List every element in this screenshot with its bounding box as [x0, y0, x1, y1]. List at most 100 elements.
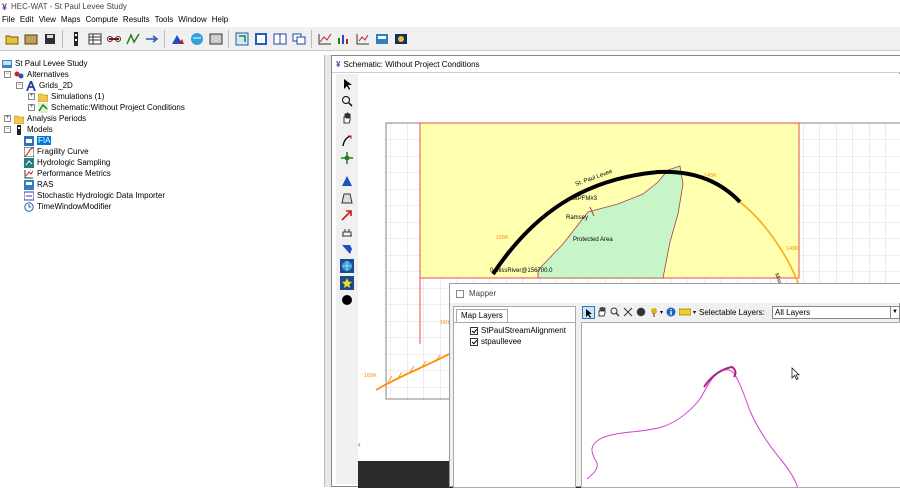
- toolbar-separator: [228, 29, 229, 48]
- dropdown-arrow-icon[interactable]: ▾: [693, 309, 696, 316]
- tree-schematic[interactable]: + Schematic:Without Project Conditions: [28, 102, 185, 113]
- star-tool-icon[interactable]: [340, 276, 354, 290]
- triangle-mountain-icon[interactable]: [170, 31, 186, 47]
- sdi-icon: [23, 191, 35, 201]
- menu-view[interactable]: View: [39, 15, 56, 24]
- globe-icon[interactable]: [636, 307, 646, 319]
- layer-checkbox[interactable]: [470, 326, 478, 335]
- tree-model-fia[interactable]: FIA: [24, 135, 52, 146]
- arrow-tool-icon[interactable]: [340, 208, 354, 222]
- expand-icon[interactable]: +: [28, 93, 35, 100]
- tree-schematic-label: Schematic:Without Project Conditions: [51, 103, 185, 112]
- selectable-layers-combo[interactable]: All Layers ▼: [772, 306, 900, 319]
- tree-models[interactable]: − Models: [4, 124, 53, 135]
- collapse-icon[interactable]: −: [16, 82, 23, 89]
- expand-icon[interactable]: +: [4, 115, 11, 122]
- globe-icon[interactable]: [189, 31, 205, 47]
- diversion-tool-icon[interactable]: [340, 242, 354, 256]
- flow-arrow-icon[interactable]: [144, 31, 160, 47]
- bar-chart-icon[interactable]: [336, 31, 352, 47]
- zoom-icon[interactable]: [340, 94, 354, 108]
- layer-label: StPaulStreamAlignment: [481, 326, 566, 335]
- collapse-icon[interactable]: −: [4, 126, 11, 133]
- open-folder-icon[interactable]: [4, 31, 20, 47]
- models-icon[interactable]: [68, 31, 84, 47]
- tree-grids[interactable]: − Grids_2D: [16, 78, 73, 91]
- grid-window-icon[interactable]: [208, 31, 224, 47]
- hydrograph-icon[interactable]: [125, 31, 141, 47]
- window-cascade-icon[interactable]: [291, 31, 307, 47]
- tree-analysis-periods[interactable]: + Analysis Periods: [4, 113, 86, 124]
- collapse-icon[interactable]: −: [4, 71, 11, 78]
- junction-tool-icon[interactable]: [340, 151, 354, 165]
- reach-tool-icon[interactable]: [340, 134, 354, 148]
- structure-tool-icon[interactable]: [340, 225, 354, 239]
- tree-model-importer[interactable]: Stochastic Hydrologic Data Importer: [23, 190, 165, 201]
- menu-tools[interactable]: Tools: [155, 15, 174, 24]
- plot-icon[interactable]: [317, 31, 333, 47]
- menu-edit[interactable]: Edit: [20, 15, 34, 24]
- fia-icon: [24, 135, 34, 146]
- pointer-icon[interactable]: [340, 77, 354, 91]
- table-icon[interactable]: [87, 31, 103, 47]
- tree-model-timewindow[interactable]: TimeWindowModifier: [24, 201, 111, 212]
- pan-hand-icon[interactable]: [597, 306, 607, 319]
- schematic-network-icon[interactable]: [234, 31, 250, 47]
- triangle-tool-icon[interactable]: [340, 174, 354, 188]
- info-icon[interactable]: [666, 307, 676, 319]
- tree-root[interactable]: St Paul Levee Study: [2, 58, 88, 69]
- menu-results[interactable]: Results: [123, 15, 150, 24]
- open-study-icon[interactable]: [23, 31, 39, 47]
- chevron-down-icon[interactable]: ▼: [890, 307, 899, 318]
- schematic-view-icon[interactable]: [253, 31, 269, 47]
- pan-hand-icon[interactable]: [340, 111, 354, 125]
- globe-tool-icon[interactable]: [340, 259, 354, 273]
- menu-maps[interactable]: Maps: [61, 15, 81, 24]
- tree-grids-label: Grids_2D: [39, 81, 73, 90]
- ruler-icon[interactable]: [678, 308, 692, 318]
- tree-model-ras[interactable]: RAS: [24, 179, 53, 190]
- save-icon[interactable]: [42, 31, 58, 47]
- database-icon[interactable]: [374, 31, 390, 47]
- circle-tool-icon[interactable]: [340, 293, 354, 307]
- link-icon[interactable]: [106, 31, 122, 47]
- window-tile-icon[interactable]: [272, 31, 288, 47]
- layer-stream-alignment[interactable]: StPaulStreamAlignment: [470, 326, 566, 335]
- mapper-map-view[interactable]: [581, 322, 900, 489]
- schematic-window-icon: ¥: [336, 59, 341, 69]
- hydrologic-sampling-icon: [24, 157, 34, 168]
- tree-model-label: FIA: [37, 136, 52, 145]
- tree-model-performance[interactable]: Performance Metrics: [24, 168, 111, 179]
- layer-label: stpaullevee: [481, 337, 522, 346]
- layer-checkbox[interactable]: [470, 337, 478, 346]
- monitor-icon[interactable]: [393, 31, 409, 47]
- pin-icon[interactable]: [649, 307, 659, 319]
- expand-icon[interactable]: +: [28, 104, 35, 111]
- dropdown-arrow-icon[interactable]: ▾: [660, 309, 663, 316]
- menu-file[interactable]: File: [2, 15, 15, 24]
- menu-window[interactable]: Window: [178, 15, 206, 24]
- tree-model-fragility[interactable]: Fragility Curve: [23, 146, 89, 157]
- scroll-left-icon[interactable]: ‹: [358, 440, 361, 449]
- ras-icon: [24, 179, 34, 190]
- schematic-icon: [38, 102, 48, 113]
- tree-model-hydro-sampling[interactable]: Hydrologic Sampling: [24, 157, 110, 168]
- menu-help[interactable]: Help: [212, 15, 228, 24]
- tree-simulations[interactable]: + Simulations (1): [28, 91, 104, 102]
- tree-alternatives-label: Alternatives: [27, 70, 69, 79]
- scatter-plot-icon[interactable]: [355, 31, 371, 47]
- window-title: HEC-WAT - St Paul Levee Study: [11, 2, 127, 11]
- mapper-title-bar[interactable]: Mapper: [450, 284, 900, 303]
- zoom-extent-icon[interactable]: [623, 307, 633, 319]
- menu-compute[interactable]: Compute: [85, 15, 117, 24]
- select-arrow-icon[interactable]: [582, 306, 595, 319]
- station-165k-label: 165K: [364, 373, 377, 379]
- schematic-title-bar[interactable]: ¥ Schematic: Without Project Conditions: [332, 56, 900, 73]
- trapezoid-tool-icon[interactable]: [340, 191, 354, 205]
- zoom-icon[interactable]: [610, 307, 620, 319]
- tree-analysis-label: Analysis Periods: [27, 114, 87, 123]
- tree-alternatives[interactable]: − Alternatives: [4, 69, 69, 80]
- mapper-window-icon: [456, 289, 464, 298]
- layer-levee[interactable]: stpaullevee: [470, 337, 521, 346]
- tab-map-layers[interactable]: Map Layers: [456, 309, 508, 322]
